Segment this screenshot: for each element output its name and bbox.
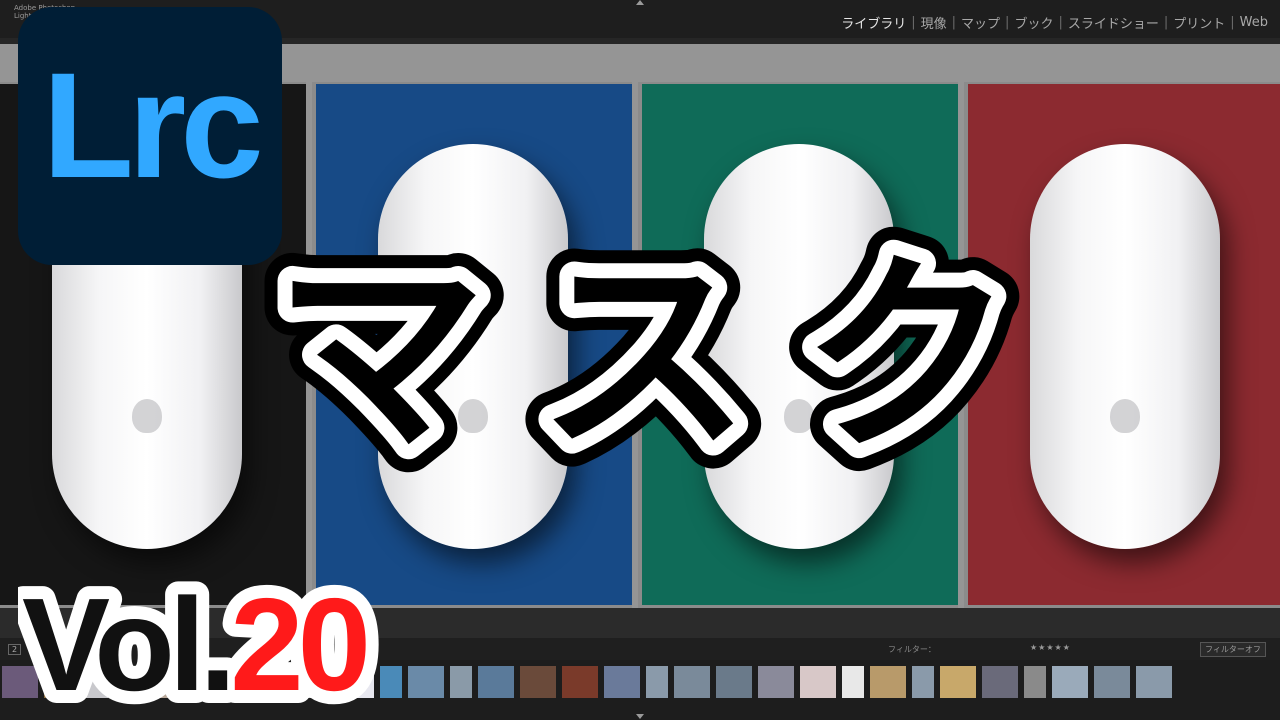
volume-number: 20 — [230, 571, 365, 718]
volume-badge: Vol.20 Vol.20 — [18, 568, 385, 718]
volume-prefix: Vol. — [22, 571, 230, 718]
page-title: マスク — [274, 233, 1066, 480]
volume-label: Vol.20 — [22, 571, 366, 718]
